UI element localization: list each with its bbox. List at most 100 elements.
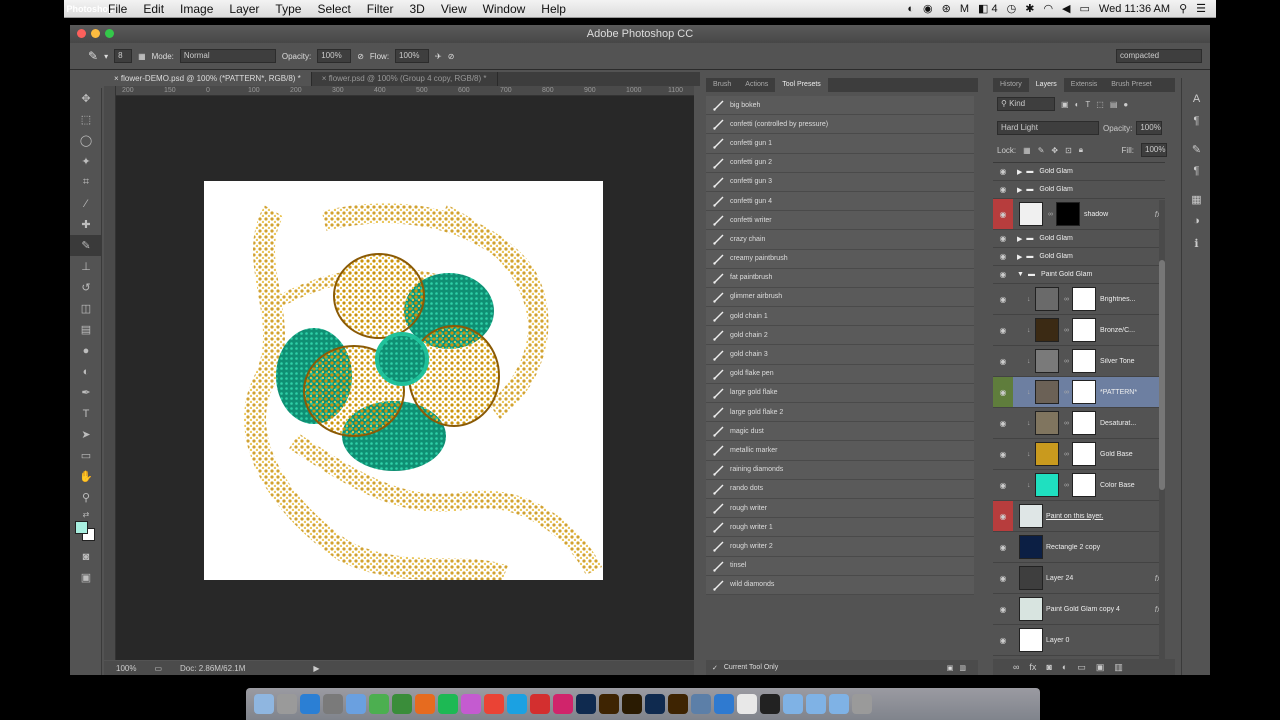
menu-file[interactable]: File xyxy=(100,2,135,16)
preset-item[interactable]: wild diamonds xyxy=(706,575,974,595)
tab-history[interactable]: History xyxy=(993,78,1029,92)
dock-messages-icon[interactable] xyxy=(369,694,389,714)
doc-tab-flower-demo[interactable]: × flower-DEMO.psd @ 100% (*PATTERN*, RGB… xyxy=(104,72,312,86)
preset-item[interactable]: metallic marker xyxy=(706,441,974,461)
workspace-select[interactable]: compacted xyxy=(1116,49,1202,63)
add-mask-icon[interactable]: ◙ xyxy=(1046,662,1051,672)
brush-size-picker[interactable]: 8 xyxy=(114,49,133,63)
layer-row[interactable]: ◉ Rectangle 2 copy xyxy=(993,532,1165,563)
filter-smart-icon[interactable]: ▤ xyxy=(1110,100,1118,109)
menu-help[interactable]: Help xyxy=(533,2,574,16)
lock-artboard-icon[interactable]: ⊡ xyxy=(1065,146,1072,155)
visibility-eye-icon[interactable]: ◉ xyxy=(993,346,1013,376)
preset-item[interactable]: confetti gun 1 xyxy=(706,134,974,154)
evernote-icon[interactable]: ◐ xyxy=(907,3,914,15)
visibility-eye-icon[interactable]: ◉ xyxy=(993,266,1013,283)
filter-type-icon[interactable]: T xyxy=(1085,100,1090,109)
visibility-eye-icon[interactable]: ◉ xyxy=(993,408,1013,438)
lock-position-icon[interactable]: ✥ xyxy=(1051,146,1058,155)
layer-row[interactable]: ◉ ▶ ▬ Gold Glam xyxy=(993,248,1165,266)
path-select-tool-icon[interactable]: ➤ xyxy=(70,424,102,445)
gradient-tool-icon[interactable]: ▤ xyxy=(70,319,102,340)
layer-row[interactable]: ◉ ▶ ▬ Gold Glam xyxy=(993,181,1165,199)
layer-thumbnail[interactable] xyxy=(1035,287,1059,311)
preset-item[interactable]: large gold flake 2 xyxy=(706,403,974,423)
dock-finder-icon[interactable] xyxy=(254,694,274,714)
dock-facetime-icon[interactable] xyxy=(392,694,412,714)
layer-thumbnail[interactable] xyxy=(1035,380,1059,404)
dock-preview-icon[interactable] xyxy=(691,694,711,714)
notification-center-icon[interactable]: ☰ xyxy=(1196,2,1206,15)
healing-brush-tool-icon[interactable]: ✚ xyxy=(70,214,102,235)
layer-thumbnail[interactable] xyxy=(1019,202,1043,226)
record-icon[interactable]: ◉ xyxy=(923,2,933,15)
layer-mask-thumbnail[interactable] xyxy=(1072,380,1096,404)
menu-layer[interactable]: Layer xyxy=(221,2,267,16)
dock-mail-icon[interactable] xyxy=(346,694,366,714)
layer-row[interactable]: ◉ ↓ ∞ Gold Base xyxy=(993,439,1165,470)
menu-window[interactable]: Window xyxy=(475,2,534,16)
tab-brush[interactable]: Brush xyxy=(706,78,738,92)
preset-item[interactable]: gold flake pen xyxy=(706,364,974,384)
dock-folder-3-icon[interactable] xyxy=(829,694,849,714)
layer-thumbnail[interactable] xyxy=(1035,442,1059,466)
layer-row[interactable]: ◉ Paint on this layer. xyxy=(993,501,1165,532)
preset-item[interactable]: big bokeh xyxy=(706,96,974,116)
dock-illustrator-icon[interactable] xyxy=(599,694,619,714)
menu-filter[interactable]: Filter xyxy=(359,2,402,16)
layer-row[interactable]: ◉ ↓ ∞ Desaturat... xyxy=(993,408,1165,439)
mask-link-icon[interactable]: ∞ xyxy=(1064,482,1070,489)
info-panel-icon[interactable]: ℹ xyxy=(1182,232,1211,254)
tab-brush-preset[interactable]: Brush Preset xyxy=(1104,78,1158,92)
mask-link-icon[interactable]: ∞ xyxy=(1064,327,1070,334)
filter-adjust-icon[interactable]: ◐ xyxy=(1075,100,1080,109)
layer-mask-thumbnail[interactable] xyxy=(1072,318,1096,342)
screen-mode-icon[interactable]: ▣ xyxy=(70,567,102,588)
layer-row[interactable]: ◉ Paint Gold Glam copy 4 fx xyxy=(993,594,1165,625)
blur-tool-icon[interactable]: ● xyxy=(70,340,102,361)
layer-opacity-field[interactable]: 100% xyxy=(1136,121,1163,135)
layer-row[interactable]: ◉ Layer 0 xyxy=(993,625,1165,656)
shape-tool-icon[interactable]: ▭ xyxy=(70,445,102,466)
layer-thumbnail[interactable] xyxy=(1035,473,1059,497)
preset-item[interactable]: confetti (controlled by pressure) xyxy=(706,115,974,135)
filter-pixel-icon[interactable]: ▣ xyxy=(1061,100,1069,109)
preset-item[interactable]: fat paintbrush xyxy=(706,268,974,288)
tab-layers[interactable]: Layers xyxy=(1028,78,1064,92)
layer-row[interactable]: ◉ Layer 24 fx xyxy=(993,563,1165,594)
adobe-cc-status[interactable]: ◧ 4 xyxy=(978,2,998,15)
group-disclosure-icon[interactable]: ▶ xyxy=(1017,235,1022,243)
dock-trash-icon[interactable] xyxy=(852,694,872,714)
timemachine-icon[interactable]: ◷ xyxy=(1007,2,1017,15)
paragraph-styles-icon[interactable]: ¶ xyxy=(1182,160,1211,182)
eraser-tool-icon[interactable]: ◫ xyxy=(70,298,102,319)
visibility-eye-icon[interactable]: ◉ xyxy=(993,163,1013,180)
lock-transparent-icon[interactable]: ▦ xyxy=(1023,146,1031,155)
dock-chrome-icon[interactable] xyxy=(484,694,504,714)
dock-photoshop-2-icon[interactable] xyxy=(645,694,665,714)
mask-link-icon[interactable]: ∞ xyxy=(1064,389,1070,396)
preset-item[interactable]: confetti gun 3 xyxy=(706,172,974,192)
mask-link-icon[interactable]: ∞ xyxy=(1064,296,1070,303)
dock-app-store-icon[interactable] xyxy=(714,694,734,714)
menu-view[interactable]: View xyxy=(433,2,475,16)
preset-item[interactable]: raining diamonds xyxy=(706,460,974,480)
delete-preset-icon[interactable]: ▥ xyxy=(959,664,966,672)
mode-select[interactable]: Normal xyxy=(179,49,276,63)
dodge-tool-icon[interactable]: ◐ xyxy=(70,361,102,382)
dock-itunes-icon[interactable] xyxy=(461,694,481,714)
lasso-tool-icon[interactable]: ◯ xyxy=(70,130,102,151)
zoom-tool-icon[interactable]: ⚲ xyxy=(70,487,102,508)
visibility-eye-icon[interactable]: ◉ xyxy=(993,230,1013,247)
bluetooth-icon[interactable]: ✱ xyxy=(1025,2,1034,15)
blend-mode-select[interactable]: Hard Light xyxy=(997,121,1099,135)
visibility-eye-icon[interactable]: ◉ xyxy=(993,315,1013,345)
history-brush-tool-icon[interactable]: ↺ xyxy=(70,277,102,298)
mask-link-icon[interactable]: ∞ xyxy=(1064,358,1070,365)
pressure-size-icon[interactable]: ⊘ xyxy=(448,52,455,61)
adjustment-layer-icon[interactable]: ◐ xyxy=(1062,662,1067,672)
layer-mask-thumbnail[interactable] xyxy=(1056,202,1080,226)
layer-row[interactable]: ◉ ↓ ∞ Brightnes... xyxy=(993,284,1165,315)
doc-tab-flower[interactable]: × flower.psd @ 100% (Group 4 copy, RGB/8… xyxy=(312,72,498,86)
menu-type[interactable]: Type xyxy=(267,2,309,16)
